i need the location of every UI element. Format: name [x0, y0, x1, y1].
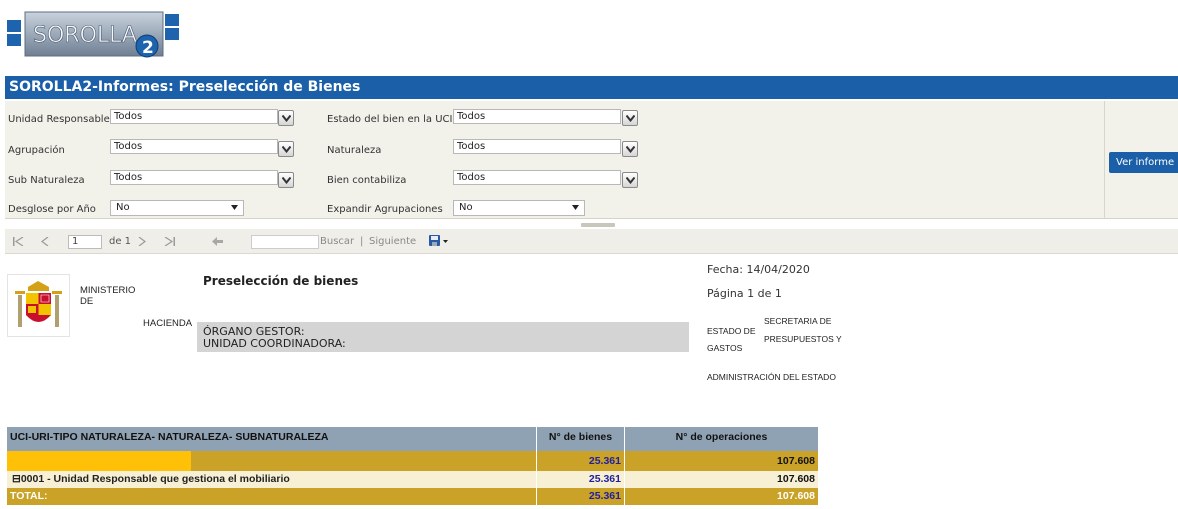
sorolla-logo: SOROLLA 2 — [7, 10, 179, 62]
desglose-anio-label: Desglose por Año — [8, 204, 96, 215]
find-separator: | — [360, 236, 364, 247]
page-number-input[interactable]: 1 — [68, 235, 102, 249]
secretaria-text: SECRETARIA DE — [764, 316, 832, 326]
summary-table: UCI-URI-TIPO NATURALEZA- NATURALEZA- SUB… — [7, 427, 818, 505]
next-page-icon[interactable] — [138, 229, 146, 254]
column-header-operaciones[interactable]: N° de operaciones — [624, 427, 818, 451]
report-date: Fecha: 14/04/2020 — [707, 263, 810, 276]
total-label: TOTAL: — [10, 490, 48, 502]
svg-text:SOROLLA: SOROLLA — [33, 23, 137, 48]
hacienda-text: HACIENDA — [143, 318, 193, 329]
last-page-icon[interactable] — [164, 229, 175, 254]
chevron-down-icon — [626, 177, 635, 184]
ver-informe-button[interactable]: Ver informe — [1109, 152, 1178, 173]
total-operaciones-value: 107.608 — [624, 488, 818, 505]
expand-toggle-icon[interactable]: ⊟ — [12, 473, 21, 485]
estado-de-text: ESTADO DE — [707, 326, 756, 336]
caret-down-icon — [231, 205, 238, 210]
chevron-down-icon — [626, 146, 635, 153]
table-row: ⊟0001 - Unidad Responsable que gestiona … — [7, 471, 818, 488]
naturaleza-label: Naturaleza — [327, 145, 382, 156]
unidad-responsable-label: Unidad Responsable — [8, 114, 110, 125]
estado-bien-dropdown-button[interactable] — [622, 110, 638, 126]
bien-contabiliza-label: Bien contabiliza — [327, 175, 407, 186]
coat-of-arms-icon — [7, 274, 70, 337]
table-group-row: 25.361 107.608 — [7, 451, 818, 471]
naturaleza-dropdown-button[interactable] — [622, 141, 638, 157]
presupuestos-text: PRESUPUESTOS Y — [764, 334, 842, 344]
first-page-icon[interactable] — [13, 229, 24, 254]
previous-page-icon[interactable] — [41, 229, 49, 254]
ministerio-text: MINISTERIO — [80, 285, 136, 296]
chevron-down-icon — [282, 146, 291, 153]
group-operaciones-value: 107.608 — [624, 451, 818, 471]
chevron-down-icon — [626, 115, 635, 122]
total-bienes-value: 25.361 — [536, 488, 624, 505]
report-toolbar: 1 de 1 Buscar | Siguiente — [5, 229, 1178, 254]
table-total-row: TOTAL: 25.361 107.608 — [7, 488, 818, 505]
column-header-description[interactable]: UCI-URI-TIPO NATURALEZA- NATURALEZA- SUB… — [7, 427, 536, 451]
gastos-text: GASTOS — [707, 343, 743, 353]
export-button[interactable] — [429, 229, 449, 254]
find-text-input[interactable] — [251, 235, 319, 249]
chevron-down-icon — [282, 115, 291, 122]
naturaleza-field[interactable]: Todos — [453, 139, 621, 154]
bien-contabiliza-field[interactable]: Todos — [453, 170, 621, 185]
group-bienes-value: 25.361 — [536, 451, 624, 471]
expandir-agrupaciones-label: Expandir Agrupaciones — [327, 204, 443, 215]
agrupacion-label: Agrupación — [8, 145, 65, 156]
administracion-text: ADMINISTRACIÓN DEL ESTADO — [707, 372, 836, 382]
unidad-responsable-field[interactable]: Todos — [110, 109, 278, 124]
find-next-button[interactable]: Siguiente — [369, 229, 416, 254]
expandir-agrupaciones-value: No — [459, 202, 473, 213]
ministerio-de-text: DE — [80, 296, 94, 307]
estado-bien-label: Estado del bien en la UCI — [327, 114, 453, 125]
estado-bien-field[interactable]: Todos — [453, 109, 621, 124]
sub-naturaleza-label: Sub Naturaleza — [8, 175, 85, 186]
caret-down-icon — [572, 205, 579, 210]
item-row-label: 0001 - Unidad Responsable que gestiona e… — [20, 473, 290, 485]
column-header-bienes[interactable]: N° de bienes — [536, 427, 624, 451]
sub-naturaleza-dropdown-button[interactable] — [278, 172, 294, 188]
expandir-agrupaciones-select[interactable]: No — [453, 200, 585, 216]
agrupacion-field[interactable]: Todos — [110, 139, 278, 154]
back-icon[interactable] — [212, 229, 223, 254]
desglose-anio-select[interactable]: No — [110, 200, 244, 216]
chevron-down-icon — [282, 177, 291, 184]
page-count: de 1 — [109, 236, 132, 247]
find-button[interactable]: Buscar — [320, 229, 354, 254]
sub-naturaleza-field[interactable]: Todos — [110, 170, 278, 185]
desglose-anio-value: No — [116, 202, 130, 213]
table-header-row: UCI-URI-TIPO NATURALEZA- NATURALEZA- SUB… — [7, 427, 818, 451]
svg-text:2: 2 — [142, 38, 154, 58]
item-operaciones-value: 107.608 — [624, 471, 818, 488]
group-highlight — [7, 451, 191, 471]
bien-contabiliza-dropdown-button[interactable] — [622, 172, 638, 188]
panel-collapse-handle[interactable] — [581, 223, 615, 227]
agrupacion-dropdown-button[interactable] — [278, 141, 294, 157]
report-title: Preselección de bienes — [203, 274, 359, 288]
report-page: Página 1 de 1 — [707, 287, 782, 300]
item-bienes-value: 25.361 — [536, 471, 624, 488]
unidad-coordinadora-label: UNIDAD COORDINADORA: — [203, 337, 346, 350]
save-disk-icon — [429, 235, 448, 246]
unidad-responsable-dropdown-button[interactable] — [278, 110, 294, 126]
page-title: SOROLLA2-Informes: Preselección de Biene… — [5, 76, 1178, 99]
